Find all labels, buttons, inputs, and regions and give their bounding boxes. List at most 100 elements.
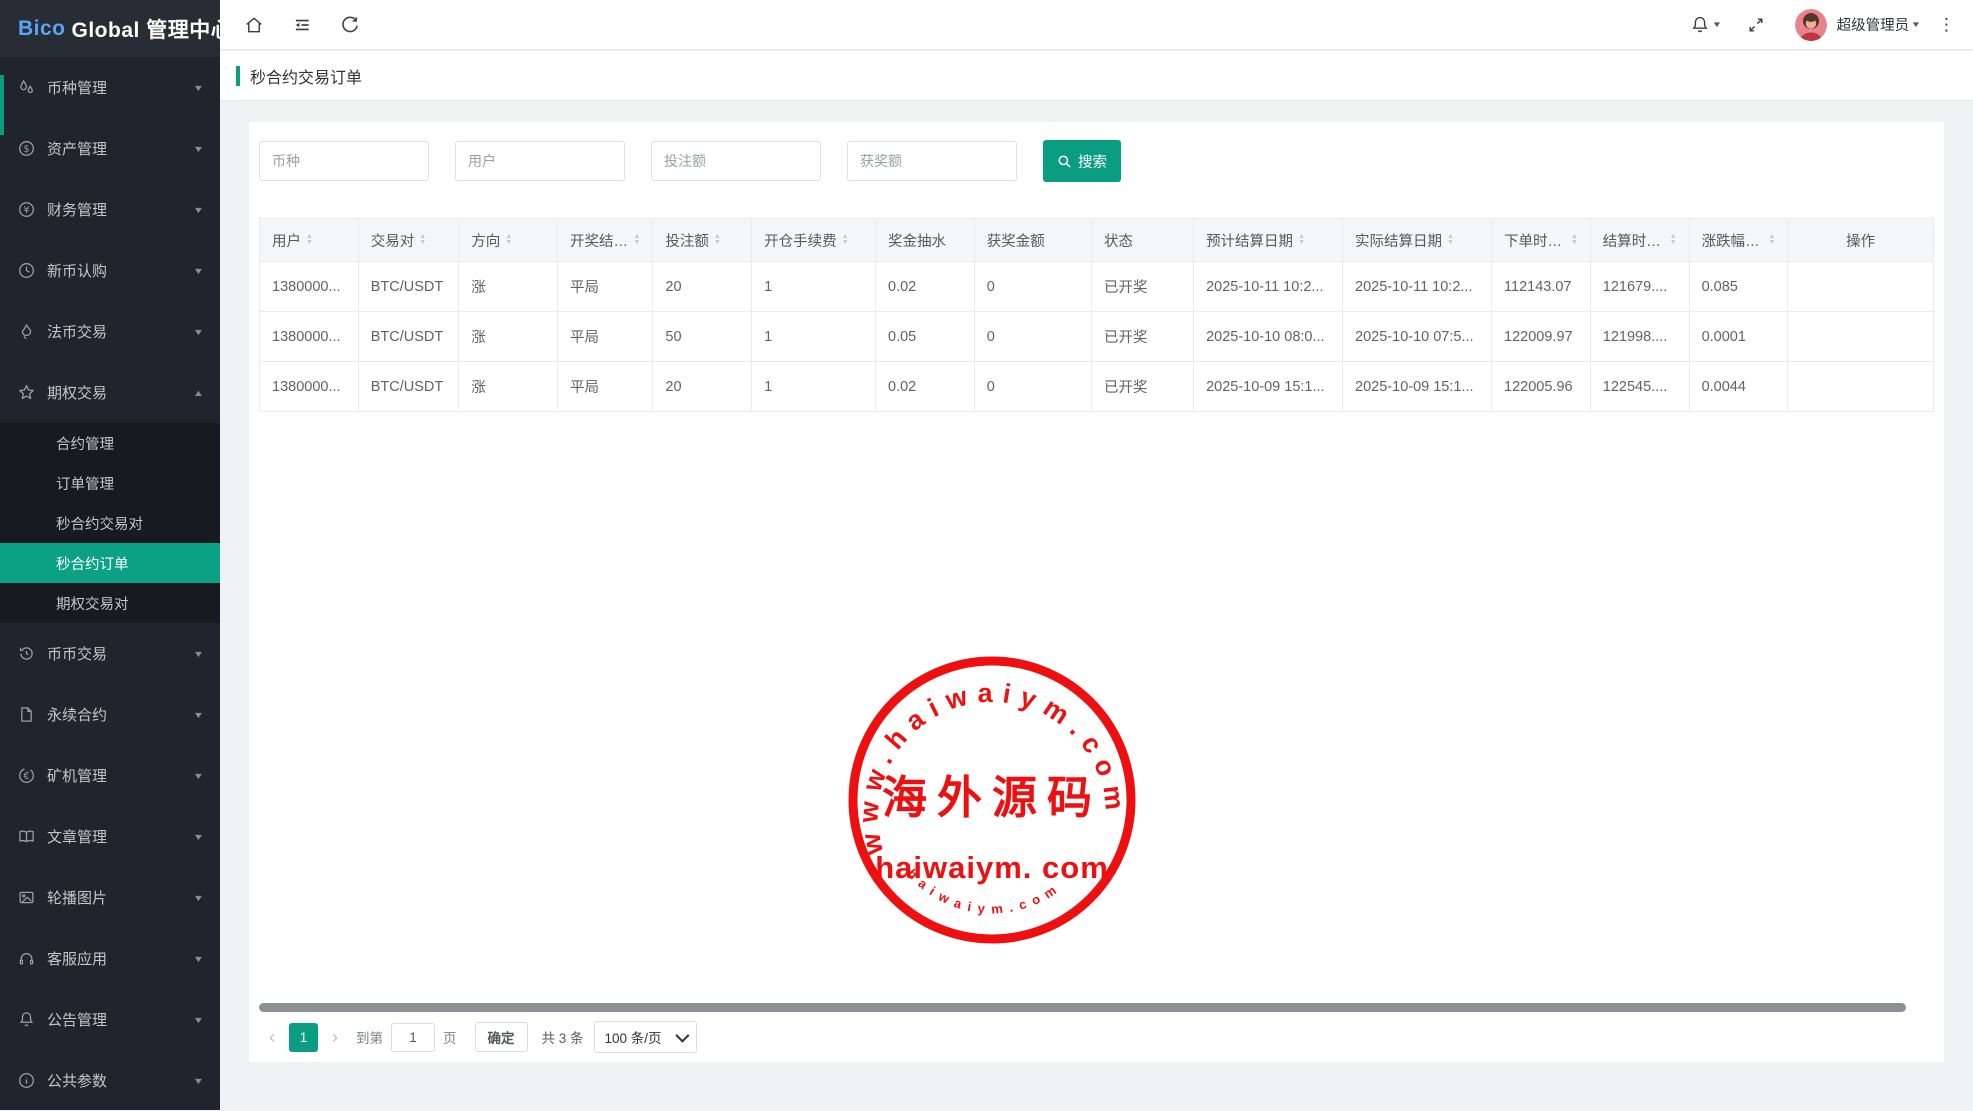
sidebar-item-9[interactable]: 文章管理▼ <box>0 806 220 867</box>
column-header-7: 获奖金额 <box>974 219 1091 262</box>
table-cell: 0.0044 <box>1689 362 1788 412</box>
sort-icon: ▲▼ <box>633 234 640 246</box>
sidebar-item-13[interactable]: 公共参数▼ <box>0 1050 220 1111</box>
table-cell: 20 <box>653 362 752 412</box>
search-button-label: 搜索 <box>1078 151 1107 172</box>
confirm-page-button[interactable]: 确定 <box>475 1022 528 1052</box>
search-icon <box>1057 154 1072 169</box>
fullscreen-icon[interactable] <box>1747 16 1765 34</box>
filter-input-3[interactable] <box>847 141 1017 181</box>
home-icon[interactable] <box>244 15 264 35</box>
caret-down-icon: ▼ <box>1711 20 1721 29</box>
horizontal-scrollbar-thumb[interactable] <box>259 1003 1906 1012</box>
table-cell: 2025-10-11 10:2... <box>1194 262 1343 312</box>
sidebar-item-10[interactable]: 轮播图片▼ <box>0 867 220 928</box>
column-header-12[interactable]: 结算时价...▲▼ <box>1590 219 1689 262</box>
column-header-wrap: 用户▲▼ <box>272 230 346 251</box>
filter-bar: 搜索 <box>259 140 1934 182</box>
next-page-button[interactable]: › <box>322 1027 348 1048</box>
sidebar-item-12[interactable]: 公告管理▼ <box>0 989 220 1050</box>
table-cell: 122005.96 <box>1492 362 1591 412</box>
page-number-button[interactable]: 1 <box>289 1023 318 1052</box>
column-header-label: 状态 <box>1104 230 1133 251</box>
prev-page-button[interactable]: ‹ <box>259 1027 285 1048</box>
table-cell: 0.02 <box>876 262 975 312</box>
svg-text:¥: ¥ <box>23 205 29 216</box>
caret-down-icon: ▼ <box>193 83 205 93</box>
table-cell: 2025-10-10 08:0... <box>1194 312 1343 362</box>
column-header-wrap: 开奖结果...▲▼ <box>570 230 640 251</box>
column-header-0[interactable]: 用户▲▼ <box>260 219 359 262</box>
column-header-10[interactable]: 实际结算日期▲▼ <box>1343 219 1492 262</box>
avatar[interactable] <box>1795 9 1827 41</box>
table-cell: 已开奖 <box>1091 312 1193 362</box>
column-header-1[interactable]: 交易对▲▼ <box>358 219 458 262</box>
column-header-wrap: 预计结算日期▲▼ <box>1206 230 1330 251</box>
bell-icon <box>1690 15 1710 35</box>
refresh-icon[interactable] <box>340 15 360 35</box>
sidebar-item-label: 资产管理 <box>47 138 194 159</box>
table-cell: 1380000... <box>260 262 359 312</box>
sidebar-scrollbar-thumb[interactable] <box>0 75 4 135</box>
column-header-2[interactable]: 方向▲▼ <box>459 219 558 262</box>
topbar: ▼ 超级管理员 ▼ ⋮ <box>220 0 1973 50</box>
column-header-label: 方向 <box>471 230 500 251</box>
sidebar-item-6[interactable]: 币币交易▼ <box>0 623 220 684</box>
sidebar-item-label: 轮播图片 <box>47 887 194 908</box>
table-cell <box>1788 362 1934 412</box>
page-size-select[interactable]: 100 条/页 <box>594 1021 697 1053</box>
table-cell: 0.0001 <box>1689 312 1788 362</box>
column-header-11[interactable]: 下单时价...▲▼ <box>1492 219 1591 262</box>
column-header-13[interactable]: 涨跌幅度...▲▼ <box>1689 219 1788 262</box>
filter-input-2[interactable] <box>651 141 821 181</box>
notification-dropdown[interactable]: ▼ <box>1690 15 1721 35</box>
info-circle-icon <box>18 1072 35 1089</box>
sidebar-item-2[interactable]: ¥财务管理▼ <box>0 179 220 240</box>
table-cell: 1380000... <box>260 362 359 412</box>
sidebar-item-5[interactable]: 期权交易▲ <box>0 362 220 423</box>
brand-logo: Bico Global 管理中心 <box>0 0 220 57</box>
clock-icon <box>18 262 35 279</box>
sidebar-subitem-5-4[interactable]: 期权交易对 <box>0 583 220 623</box>
table-cell: 0 <box>974 312 1091 362</box>
column-header-label: 实际结算日期 <box>1355 230 1442 251</box>
table-cell: 已开奖 <box>1091 262 1193 312</box>
column-header-label: 奖金抽水 <box>888 230 946 251</box>
column-header-label: 涨跌幅度... <box>1702 230 1764 251</box>
menu-fold-icon[interactable] <box>292 15 312 35</box>
sidebar-item-4[interactable]: 法币交易▼ <box>0 301 220 362</box>
filter-input-1[interactable] <box>455 141 625 181</box>
sidebar-item-0[interactable]: 币种管理▼ <box>0 57 220 118</box>
sidebar-item-11[interactable]: 客服应用▼ <box>0 928 220 989</box>
search-button[interactable]: 搜索 <box>1043 140 1121 182</box>
column-header-label: 预计结算日期 <box>1206 230 1293 251</box>
sidebar-submenu: 合约管理订单管理秒合约交易对秒合约订单期权交易对 <box>0 423 220 623</box>
sidebar-item-7[interactable]: 永续合约▼ <box>0 684 220 745</box>
sidebar-subitem-5-3[interactable]: 秒合约订单 <box>0 543 220 583</box>
dollar-circle-icon: $ <box>18 140 35 157</box>
table-cell: BTC/USDT <box>358 312 458 362</box>
table-cell: 20 <box>653 262 752 312</box>
table-row: 1380000...BTC/USDT涨平局5010.050已开奖2025-10-… <box>260 312 1934 362</box>
column-header-wrap: 涨跌幅度...▲▼ <box>1702 230 1776 251</box>
goto-page-input[interactable] <box>391 1023 435 1052</box>
sidebar-item-1[interactable]: $资产管理▼ <box>0 118 220 179</box>
sidebar-subitem-5-0[interactable]: 合约管理 <box>0 423 220 463</box>
page-title: 秒合约交易订单 <box>250 64 362 88</box>
sidebar-subitem-5-1[interactable]: 订单管理 <box>0 463 220 503</box>
column-header-4[interactable]: 投注额▲▼ <box>653 219 752 262</box>
more-vertical-icon[interactable]: ⋮ <box>1938 16 1955 33</box>
filter-input-0[interactable] <box>259 141 429 181</box>
column-header-9[interactable]: 预计结算日期▲▼ <box>1194 219 1343 262</box>
table-cell: 平局 <box>557 262 652 312</box>
yen-circle-icon: ¥ <box>18 201 35 218</box>
column-header-3[interactable]: 开奖结果...▲▼ <box>557 219 652 262</box>
admin-dropdown[interactable]: 超级管理员 ▼ <box>1837 14 1920 35</box>
column-header-5[interactable]: 开仓手续费▲▼ <box>752 219 876 262</box>
sidebar-subitem-5-2[interactable]: 秒合约交易对 <box>0 503 220 543</box>
sidebar-item-3[interactable]: 新币认购▼ <box>0 240 220 301</box>
column-header-14: 操作 <box>1788 219 1934 262</box>
topbar-right: ▼ 超级管理员 ▼ ⋮ <box>1690 9 1955 41</box>
table-cell: 0.02 <box>876 362 975 412</box>
sidebar-item-8[interactable]: €矿机管理▼ <box>0 745 220 806</box>
